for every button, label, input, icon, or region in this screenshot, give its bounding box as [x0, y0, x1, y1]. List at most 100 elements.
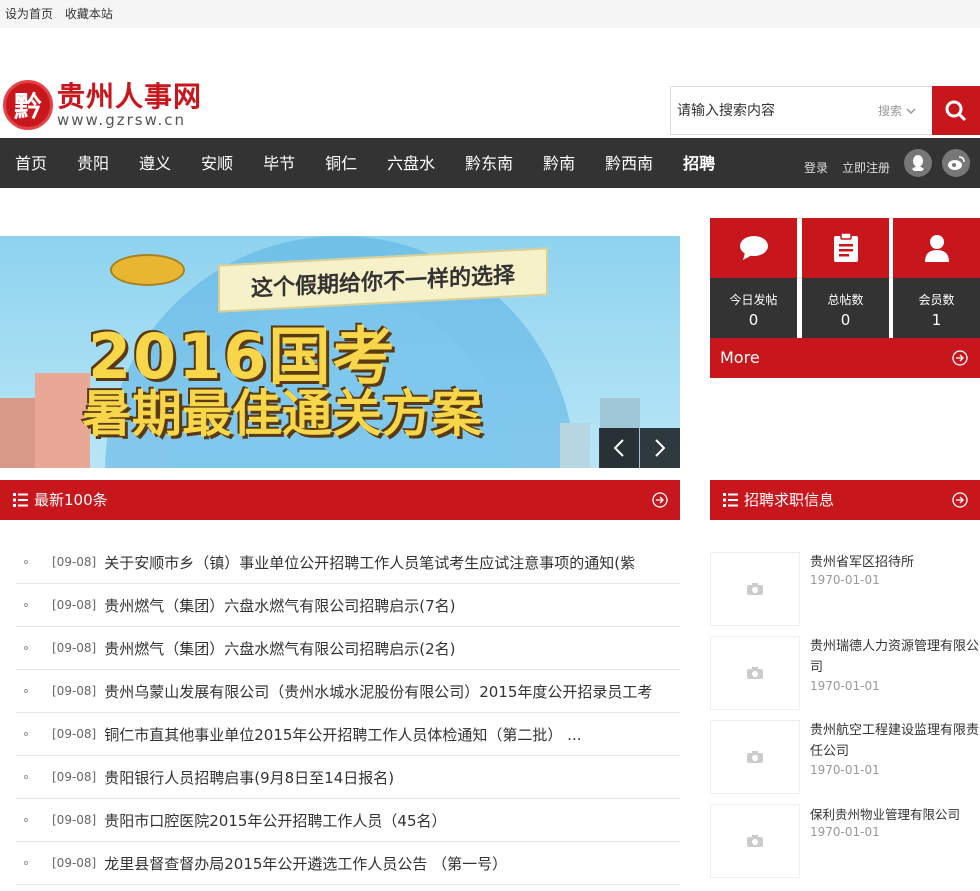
- stat-value: 0: [840, 311, 851, 329]
- weibo-login-button[interactable]: [942, 149, 970, 177]
- nav-item-bijie[interactable]: 毕节: [248, 138, 310, 188]
- news-title[interactable]: 贵州燃气（集团）六盘水燃气有限公司招聘启示(7名): [104, 595, 455, 616]
- news-title[interactable]: 贵州燃气（集团）六盘水燃气有限公司招聘启示(2名): [104, 638, 455, 659]
- job-date: 1970-01-01: [810, 573, 880, 587]
- news-date: [09-08]: [52, 856, 97, 870]
- news-date: [09-08]: [52, 598, 97, 612]
- speech-bubble-icon: [739, 236, 768, 260]
- latest-news-list: [09-08] 关于安顺市乡（镇）事业单位公开招聘工作人员笔试考生应试注意事项的通…: [16, 541, 680, 885]
- list-icon: [13, 493, 28, 507]
- search-bar: 搜索: [670, 86, 980, 135]
- search-icon: [945, 100, 967, 121]
- circle-arrow-right-icon[interactable]: [952, 492, 968, 508]
- nav-item-home[interactable]: 首页: [0, 138, 62, 188]
- news-title[interactable]: 贵阳市口腔医院2015年公开招聘工作人员（45名）: [104, 810, 446, 831]
- set-homepage-link[interactable]: 设为首页: [5, 7, 53, 21]
- banner-slider[interactable]: 这个假期给你不一样的选择 2016国考 暑期最佳通关方案: [0, 236, 680, 468]
- bullet-icon: [24, 646, 28, 650]
- news-item[interactable]: [09-08] 贵州燃气（集团）六盘水燃气有限公司招聘启示(7名): [16, 584, 680, 627]
- bullet-icon: [24, 775, 28, 779]
- stat-label: 会员数: [918, 293, 955, 307]
- latest-section-title: 最新100条: [34, 491, 108, 509]
- news-date: [09-08]: [52, 813, 97, 827]
- nav-item-qiannan[interactable]: 黔南: [528, 138, 590, 188]
- stat-value: 1: [931, 311, 942, 329]
- news-item[interactable]: [09-08] 贵州乌蒙山发展有限公司（贵州水城水泥股份有限公司）2015年度公开…: [16, 670, 680, 713]
- news-title[interactable]: 关于安顺市乡（镇）事业单位公开招聘工作人员笔试考生应试注意事项的通知(紫: [104, 552, 635, 573]
- bookmark-link[interactable]: 收藏本站: [65, 7, 113, 21]
- bullet-icon: [24, 560, 28, 564]
- site-logo[interactable]: 黔 贵州人事网 www.gzrsw.cn: [3, 80, 202, 130]
- job-date: 1970-01-01: [810, 763, 880, 777]
- news-date: [09-08]: [52, 555, 97, 569]
- blimp-illustration: [110, 254, 185, 286]
- news-item[interactable]: [09-08] 贵阳市口腔医院2015年公开招聘工作人员（45名）: [16, 799, 680, 842]
- user-icon: [924, 235, 949, 262]
- top-bar: 设为首页 收藏本站: [0, 0, 980, 28]
- banner-prev-button[interactable]: [599, 428, 639, 468]
- chevron-left-icon: [613, 439, 624, 457]
- login-link[interactable]: 登录: [804, 159, 828, 176]
- nav-item-guiyang[interactable]: 贵阳: [62, 138, 124, 188]
- circle-arrow-right-icon: [952, 350, 968, 366]
- clipboard-icon: [833, 233, 858, 262]
- nav-item-zunyi[interactable]: 遵义: [124, 138, 186, 188]
- job-company[interactable]: 保利贵州物业管理有限公司: [810, 804, 980, 825]
- news-title[interactable]: 贵阳银行人员招聘启事(9月8日至14日报名): [104, 767, 394, 788]
- job-thumbnail: [710, 636, 800, 710]
- banner-subline: 暑期最佳通关方案: [82, 385, 482, 443]
- stat-label: 总帖数: [827, 293, 864, 307]
- register-link[interactable]: 立即注册: [842, 159, 890, 176]
- search-input[interactable]: [671, 102, 878, 119]
- nav-item-tongren[interactable]: 铜仁: [310, 138, 372, 188]
- news-date: [09-08]: [52, 770, 97, 784]
- bullet-icon: [24, 603, 28, 607]
- news-date: [09-08]: [52, 727, 97, 741]
- logo-name: 贵州人事网: [57, 79, 203, 113]
- banner-next-button[interactable]: [640, 428, 680, 468]
- job-company[interactable]: 贵州瑞德人力资源管理有限公司: [810, 636, 980, 678]
- stat-label: 今日发帖: [729, 293, 778, 307]
- stat-total-posts: 总帖数 0: [802, 218, 889, 338]
- news-item[interactable]: [09-08] 龙里县督查督办局2015年公开遴选工作人员公告 （第一号）: [16, 842, 680, 885]
- search-type-select[interactable]: 搜索: [878, 102, 932, 119]
- circle-arrow-right-icon[interactable]: [652, 492, 668, 508]
- chevron-right-icon: [655, 439, 666, 457]
- job-thumbnail: [710, 804, 800, 878]
- news-item[interactable]: [09-08] 铜仁市直其他事业单位2015年公开招聘工作人员体检通知（第二批） …: [16, 713, 680, 756]
- news-item[interactable]: [09-08] 贵阳银行人员招聘启事(9月8日至14日报名): [16, 756, 680, 799]
- news-title[interactable]: 龙里县督查督办局2015年公开遴选工作人员公告 （第一号）: [104, 853, 507, 874]
- chevron-down-icon: [906, 107, 916, 114]
- job-company[interactable]: 贵州航空工程建设监理有限责任公司: [810, 720, 980, 762]
- job-company[interactable]: 贵州省军区招待所: [810, 552, 980, 573]
- news-title[interactable]: 贵州乌蒙山发展有限公司（贵州水城水泥股份有限公司）2015年度公开招录员工考: [104, 681, 652, 702]
- news-item[interactable]: [09-08] 贵州燃气（集团）六盘水燃气有限公司招聘启示(2名): [16, 627, 680, 670]
- job-thumbnail: [710, 552, 800, 626]
- job-date: 1970-01-01: [810, 679, 880, 693]
- forum-stats: 今日发帖 0 总帖数 0 会员数 1 More: [710, 218, 980, 378]
- qq-login-button[interactable]: [904, 149, 932, 177]
- jobs-section-header: 招聘求职信息: [710, 480, 980, 520]
- news-date: [09-08]: [52, 684, 97, 698]
- stat-members: 会员数 1: [893, 218, 980, 338]
- more-button[interactable]: More: [710, 338, 980, 378]
- camera-icon: [747, 835, 763, 847]
- jobs-section-title: 招聘求职信息: [744, 491, 835, 509]
- nav-item-recruitment[interactable]: 招聘: [668, 138, 730, 188]
- camera-icon: [747, 667, 763, 679]
- more-label: More: [720, 348, 760, 367]
- search-type-label: 搜索: [878, 104, 903, 118]
- qq-icon: [912, 155, 924, 171]
- nav-item-liupanshui[interactable]: 六盘水: [372, 138, 450, 188]
- logo-badge: 黔: [3, 80, 53, 130]
- nav-item-qiandongnan[interactable]: 黔东南: [450, 138, 528, 188]
- nav-item-anshun[interactable]: 安顺: [186, 138, 248, 188]
- bullet-icon: [24, 689, 28, 693]
- search-button[interactable]: [932, 86, 980, 135]
- bullet-icon: [24, 861, 28, 865]
- nav-item-qianxinan[interactable]: 黔西南: [590, 138, 668, 188]
- camera-icon: [747, 751, 763, 763]
- news-title[interactable]: 铜仁市直其他事业单位2015年公开招聘工作人员体检通知（第二批） ...: [104, 724, 581, 745]
- news-item[interactable]: [09-08] 关于安顺市乡（镇）事业单位公开招聘工作人员笔试考生应试注意事项的通…: [16, 541, 680, 584]
- main-nav: 首页 贵阳 遵义 安顺 毕节 铜仁 六盘水 黔东南 黔南 黔西南 招聘 登录 立…: [0, 138, 980, 188]
